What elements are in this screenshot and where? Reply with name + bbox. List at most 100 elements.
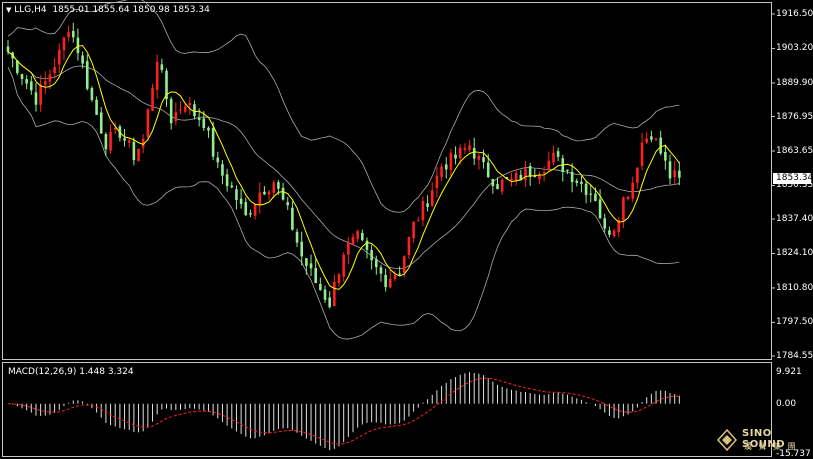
candle [267,190,271,200]
candle-body [622,197,625,221]
candle-body [235,189,238,200]
candle-body [645,138,649,143]
candle [589,184,593,203]
candle [356,229,359,243]
candle-body [225,174,229,187]
candle-body [463,147,467,150]
candle-body [328,297,331,308]
candle-body [449,152,453,170]
candle [127,138,131,148]
candle [570,163,574,193]
candle-body [365,240,369,250]
candle [174,102,178,126]
candle [160,58,164,73]
candle-body [43,81,47,85]
candle-body [566,169,569,171]
candle [547,151,551,173]
candle [39,75,42,112]
candle-body [53,67,56,74]
current-price-tag: 1853.34 [773,172,813,184]
candle-body [664,151,667,161]
candle-body [514,172,518,181]
candle [514,170,518,186]
candle [319,277,322,291]
candle [183,104,187,114]
candle [34,83,38,112]
candle [314,258,317,284]
candle [57,43,61,74]
bollinger-upper-line [7,0,680,213]
candle-body [39,84,42,105]
candle [43,71,47,94]
candle-body [123,138,126,141]
candle [230,181,234,189]
candle [580,176,583,193]
candle [351,233,355,246]
candle [631,176,635,203]
candle [603,213,607,233]
candle [449,148,453,179]
candle [384,268,387,292]
candle-body [155,61,159,90]
candle [25,75,28,90]
candle-body [472,147,476,159]
candle-body [454,154,457,159]
candle [342,252,345,282]
candle [365,237,369,259]
candle-body [151,87,154,111]
candle-body [398,273,401,275]
candle-body [407,237,411,255]
candle-body [305,258,308,266]
candle-body [253,204,257,216]
candle [263,186,266,196]
candle-body [626,196,630,200]
candle-body [137,148,140,161]
candle-body [416,220,420,222]
candle-body [384,274,387,288]
candle-body [267,191,271,195]
candle [398,266,401,276]
candle-body [295,231,299,243]
candle [207,126,210,138]
candle-body [412,221,415,239]
candle-body [230,185,234,188]
candle-body [6,46,10,52]
candle-body [188,103,192,106]
triangle-down-icon[interactable]: ▼ [6,6,11,14]
candle-body [477,155,481,160]
candle [76,28,80,61]
macd-tick-label: 0.00 [776,398,797,409]
candle-body [612,230,616,237]
candle-body [207,127,210,131]
candle [500,177,504,195]
candle [179,101,182,115]
candle-body [589,193,593,195]
candle [552,145,555,166]
candle [62,36,66,61]
candle [123,128,126,147]
candle-body [300,241,304,257]
price-tick-label: 1837.40 [776,214,813,225]
candle-body [356,230,359,239]
candle-body [458,147,462,159]
candle-body [169,99,173,124]
candle-body [393,274,397,279]
candle-body [333,281,336,307]
candle-body [421,200,425,221]
candle-body [263,191,266,195]
candle [258,182,262,214]
candle-body [426,203,429,207]
candle-body [132,141,136,161]
symbol-label: LLG,H4 [14,5,47,15]
candle [146,108,150,142]
candle [538,171,541,185]
candle [109,124,112,154]
candle-body [496,184,499,190]
candle [430,182,434,207]
candle [426,195,429,212]
candle [286,197,290,210]
candle [370,244,373,270]
candle-body [370,250,373,261]
sino-sound-logo: SINO SOUND 漢 聲 集 團 [716,426,812,456]
candle-body [342,254,345,277]
